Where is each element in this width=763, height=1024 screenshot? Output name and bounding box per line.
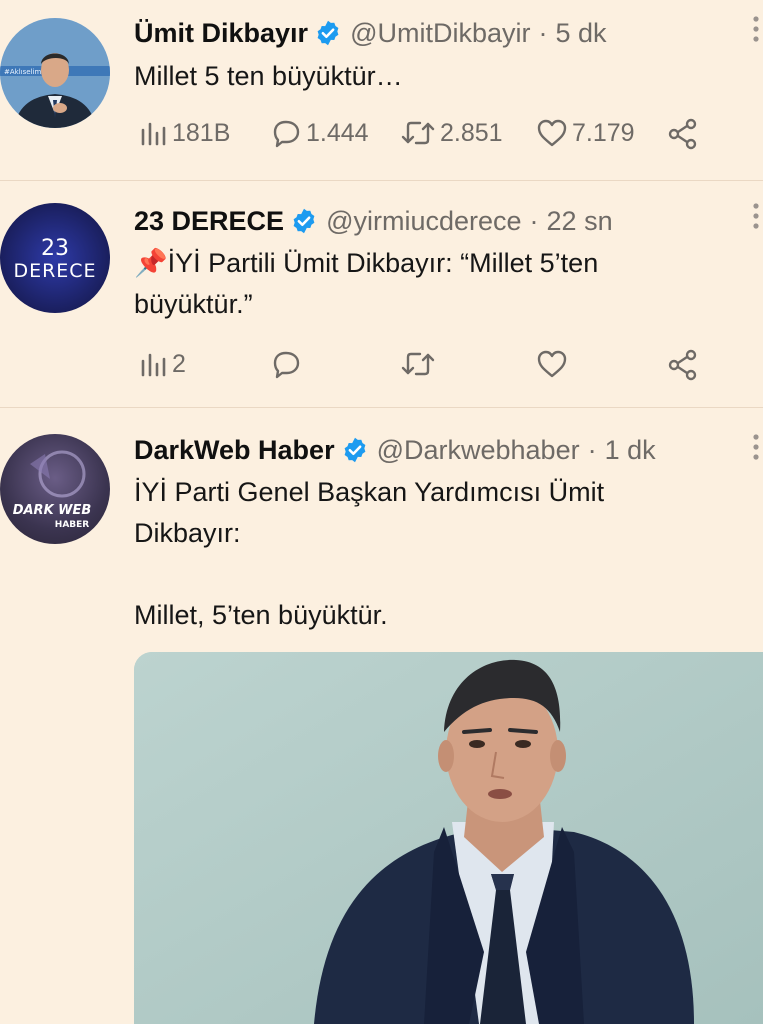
share-button[interactable] bbox=[666, 118, 700, 150]
views-icon bbox=[141, 122, 166, 146]
retweet-count: 2.851 bbox=[440, 118, 503, 147]
like-icon bbox=[537, 350, 567, 378]
separator-dot: · bbox=[529, 205, 539, 236]
tweet-text-line-3: Millet, 5’ten büyüktür. bbox=[134, 600, 388, 630]
reply-button[interactable]: 1.444 bbox=[270, 118, 369, 148]
tweet-text-line-1: İYİ Parti Genel Başkan Yardımcısı Ümit bbox=[134, 477, 605, 507]
avatar-text-top: 23 bbox=[41, 236, 69, 261]
svg-text:#Aklıselim: #Aklıselim bbox=[4, 68, 41, 76]
tweet-header: 23 DERECE @yirmiucderece · 22 sn bbox=[134, 201, 613, 241]
retweet-button[interactable]: 2.851 bbox=[400, 118, 503, 148]
tweet-text-line-1: 📌İYİ Partili Ümit Dikbayır: “Millet 5’te… bbox=[134, 248, 599, 278]
more-icon[interactable] bbox=[749, 432, 763, 469]
retweet-button[interactable] bbox=[400, 349, 436, 379]
tweet-time[interactable]: 22 sn bbox=[547, 206, 613, 237]
author-handle[interactable]: @Darkwebhaber bbox=[377, 435, 580, 466]
more-icon[interactable] bbox=[749, 14, 763, 51]
author-name[interactable]: Ümit Dikbayır bbox=[134, 18, 308, 49]
like-button[interactable] bbox=[536, 349, 568, 379]
tweet-time[interactable]: 5 dk bbox=[555, 18, 606, 49]
verified-badge-icon bbox=[314, 19, 342, 47]
verified-badge-icon bbox=[290, 207, 318, 235]
tweet-actions: 2 bbox=[134, 347, 714, 387]
share-icon bbox=[668, 118, 697, 150]
reply-icon bbox=[273, 351, 300, 379]
author-name[interactable]: DarkWeb Haber bbox=[134, 435, 335, 466]
views-count: 181B bbox=[172, 118, 231, 147]
tweet-text-line-2: Dikbayır: bbox=[134, 518, 241, 548]
share-icon bbox=[668, 349, 697, 381]
tweet-text: 📌İYİ Partili Ümit Dikbayır: “Millet 5’te… bbox=[134, 243, 744, 325]
tweet-text: Millet 5 ten büyüktür… bbox=[134, 61, 403, 91]
views-button[interactable]: 181B bbox=[138, 118, 230, 148]
tweet-text: İYİ Parti Genel Başkan Yardımcısı Ümit D… bbox=[134, 472, 744, 636]
separator-dot: · bbox=[587, 434, 597, 465]
reply-icon bbox=[273, 120, 300, 148]
verified-badge-icon bbox=[341, 436, 369, 464]
retweet-icon bbox=[401, 352, 435, 376]
separator-dot: · bbox=[538, 17, 548, 48]
avatar-text-bottom: HABER bbox=[55, 520, 90, 530]
views-count: 2 bbox=[172, 349, 186, 378]
tweet-actions: 181B 1.444 2.851 7.179 bbox=[134, 116, 714, 156]
like-button[interactable]: 7.179 bbox=[536, 118, 635, 148]
author-name[interactable]: 23 DERECE bbox=[134, 206, 284, 237]
tweet-media-photo[interactable] bbox=[134, 652, 763, 1024]
author-handle[interactable]: @UmitDikbayir bbox=[350, 18, 530, 49]
tweet-text-line-2: büyüktür.” bbox=[134, 289, 253, 319]
like-icon bbox=[537, 119, 567, 147]
author-handle[interactable]: @yirmiucderece bbox=[326, 206, 521, 237]
tweet-2[interactable]: 23 DERECE 23 DERECE @yirmiucderece · 22 … bbox=[0, 181, 763, 407]
avatar-text-bottom: DERECE bbox=[13, 260, 96, 282]
reply-button[interactable] bbox=[270, 349, 302, 379]
tweet-header: DarkWeb Haber @Darkwebhaber · 1 dk bbox=[134, 430, 656, 470]
views-icon bbox=[141, 353, 166, 377]
reply-count: 1.444 bbox=[306, 118, 369, 147]
tweet-time[interactable]: 1 dk bbox=[605, 435, 656, 466]
views-button[interactable]: 2 bbox=[138, 349, 186, 379]
more-icon[interactable] bbox=[749, 201, 763, 238]
retweet-icon bbox=[401, 121, 435, 145]
tweet-header: Ümit Dikbayır @UmitDikbayir · 5 dk bbox=[134, 13, 607, 53]
like-count: 7.179 bbox=[572, 118, 635, 147]
tweet-1[interactable]: #Aklıselim Ümit Dikbayır @UmitDikbayir ·… bbox=[0, 0, 763, 180]
avatar-umit-dikbayir[interactable]: #Aklıselim bbox=[0, 18, 110, 128]
avatar-23-derece[interactable]: 23 DERECE bbox=[0, 203, 110, 313]
avatar-text-top: DARK WEB bbox=[13, 503, 92, 518]
share-button[interactable] bbox=[666, 349, 700, 381]
avatar-darkweb-haber[interactable]: DARK WEB HABER bbox=[0, 434, 110, 544]
